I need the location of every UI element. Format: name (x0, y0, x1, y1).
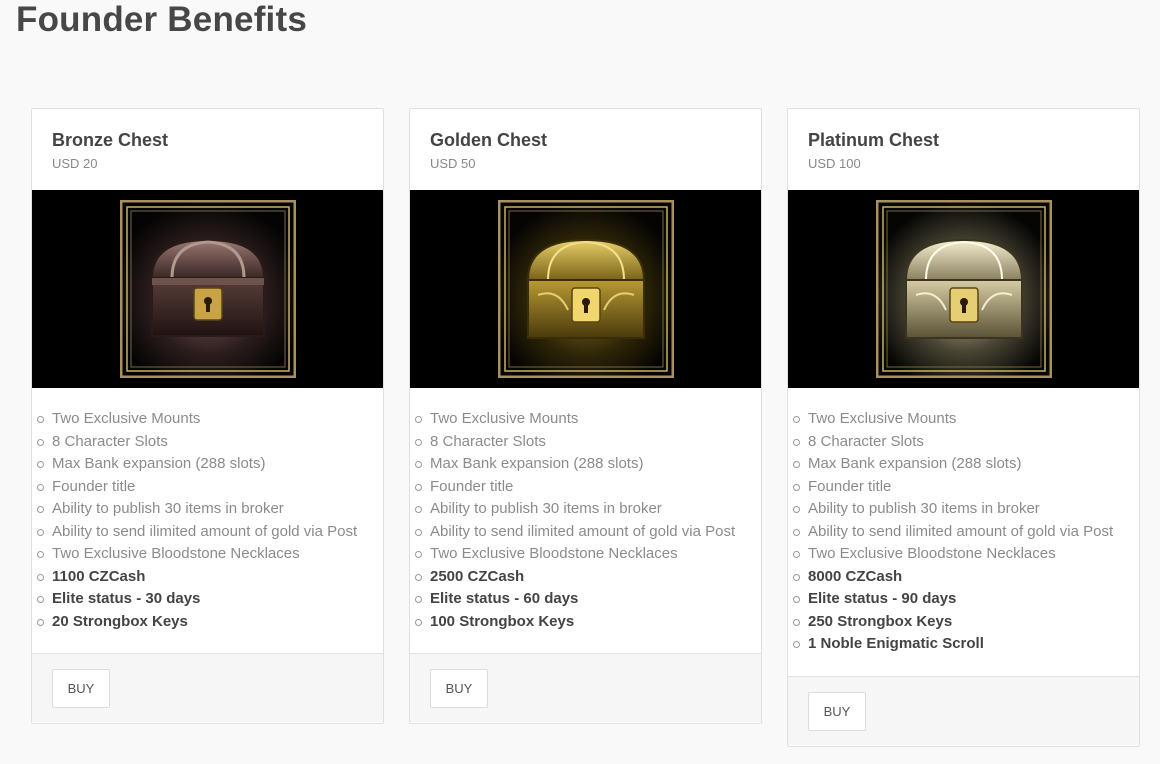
buy-button[interactable]: BUY (808, 692, 866, 731)
list-item: Founder title (793, 476, 1139, 499)
list-item: Two Exclusive Mounts (37, 408, 383, 431)
list-item: 8 Character Slots (415, 431, 761, 454)
list-item: Two Exclusive Bloodstone Necklaces (793, 543, 1139, 566)
list-item: 1100 CZCash (37, 566, 383, 589)
bronze-chest-card: Bronze Chest USD 20 Two Exclusive Mounts… (31, 108, 384, 724)
list-item: Ability to send ilimited amount of gold … (415, 521, 761, 544)
list-item: 20 Strongbox Keys (37, 611, 383, 634)
list-item: 1 Noble Enigmatic Scroll (793, 633, 1139, 656)
card-footer: BUY (32, 653, 383, 722)
list-item: Max Bank expansion (288 slots) (415, 453, 761, 476)
list-item: Max Bank expansion (288 slots) (793, 453, 1139, 476)
list-item: Elite status - 90 days (793, 588, 1139, 611)
list-item: Founder title (415, 476, 761, 499)
list-item: Two Exclusive Mounts (793, 408, 1139, 431)
card-header: Platinum Chest USD 100 (788, 109, 1139, 190)
list-item: Ability to publish 30 items in broker (415, 498, 761, 521)
platinum-chest-icon (875, 200, 1052, 378)
list-item: Two Exclusive Mounts (415, 408, 761, 431)
golden-chest-image (410, 190, 761, 388)
card-price: USD 20 (52, 156, 98, 171)
buy-button[interactable]: BUY (52, 669, 110, 708)
list-item: Ability to publish 30 items in broker (793, 498, 1139, 521)
buy-button[interactable]: BUY (430, 669, 488, 708)
feature-list: Two Exclusive Mounts 8 Character Slots M… (410, 388, 761, 653)
list-item: 8 Character Slots (793, 431, 1139, 454)
list-item: Ability to publish 30 items in broker (37, 498, 383, 521)
card-header: Golden Chest USD 50 (410, 109, 761, 190)
list-item: Ability to send ilimited amount of gold … (37, 521, 383, 544)
card-price: USD 100 (808, 156, 861, 171)
page-title: Founder Benefits (16, 0, 307, 39)
card-title: Platinum Chest (808, 130, 940, 150)
bronze-chest-icon (119, 200, 296, 378)
golden-chest-card: Golden Chest USD 50 Two Exclusive Mounts… (409, 108, 762, 724)
list-item: Two Exclusive Bloodstone Necklaces (415, 543, 761, 566)
list-item: Ability to send ilimited amount of gold … (793, 521, 1139, 544)
card-header: Bronze Chest USD 20 (32, 109, 383, 190)
feature-list: Two Exclusive Mounts 8 Character Slots M… (788, 388, 1139, 676)
feature-list: Two Exclusive Mounts 8 Character Slots M… (32, 388, 383, 653)
list-item: Elite status - 30 days (37, 588, 383, 611)
golden-chest-icon (497, 200, 674, 378)
platinum-chest-image (788, 190, 1139, 388)
list-item: 8 Character Slots (37, 431, 383, 454)
card-footer: BUY (410, 653, 761, 722)
card-footer: BUY (788, 676, 1139, 745)
list-item: Elite status - 60 days (415, 588, 761, 611)
list-item: 2500 CZCash (415, 566, 761, 589)
card-price: USD 50 (430, 156, 476, 171)
card-title: Golden Chest (430, 130, 548, 150)
bronze-chest-image (32, 190, 383, 388)
list-item: 250 Strongbox Keys (793, 611, 1139, 634)
list-item: 100 Strongbox Keys (415, 611, 761, 634)
list-item: Founder title (37, 476, 383, 499)
card-title: Bronze Chest (52, 130, 169, 150)
platinum-chest-card: Platinum Chest USD 100 Two Exclusive Mou… (787, 108, 1140, 747)
list-item: Two Exclusive Bloodstone Necklaces (37, 543, 383, 566)
list-item: Max Bank expansion (288 slots) (37, 453, 383, 476)
list-item: 8000 CZCash (793, 566, 1139, 589)
